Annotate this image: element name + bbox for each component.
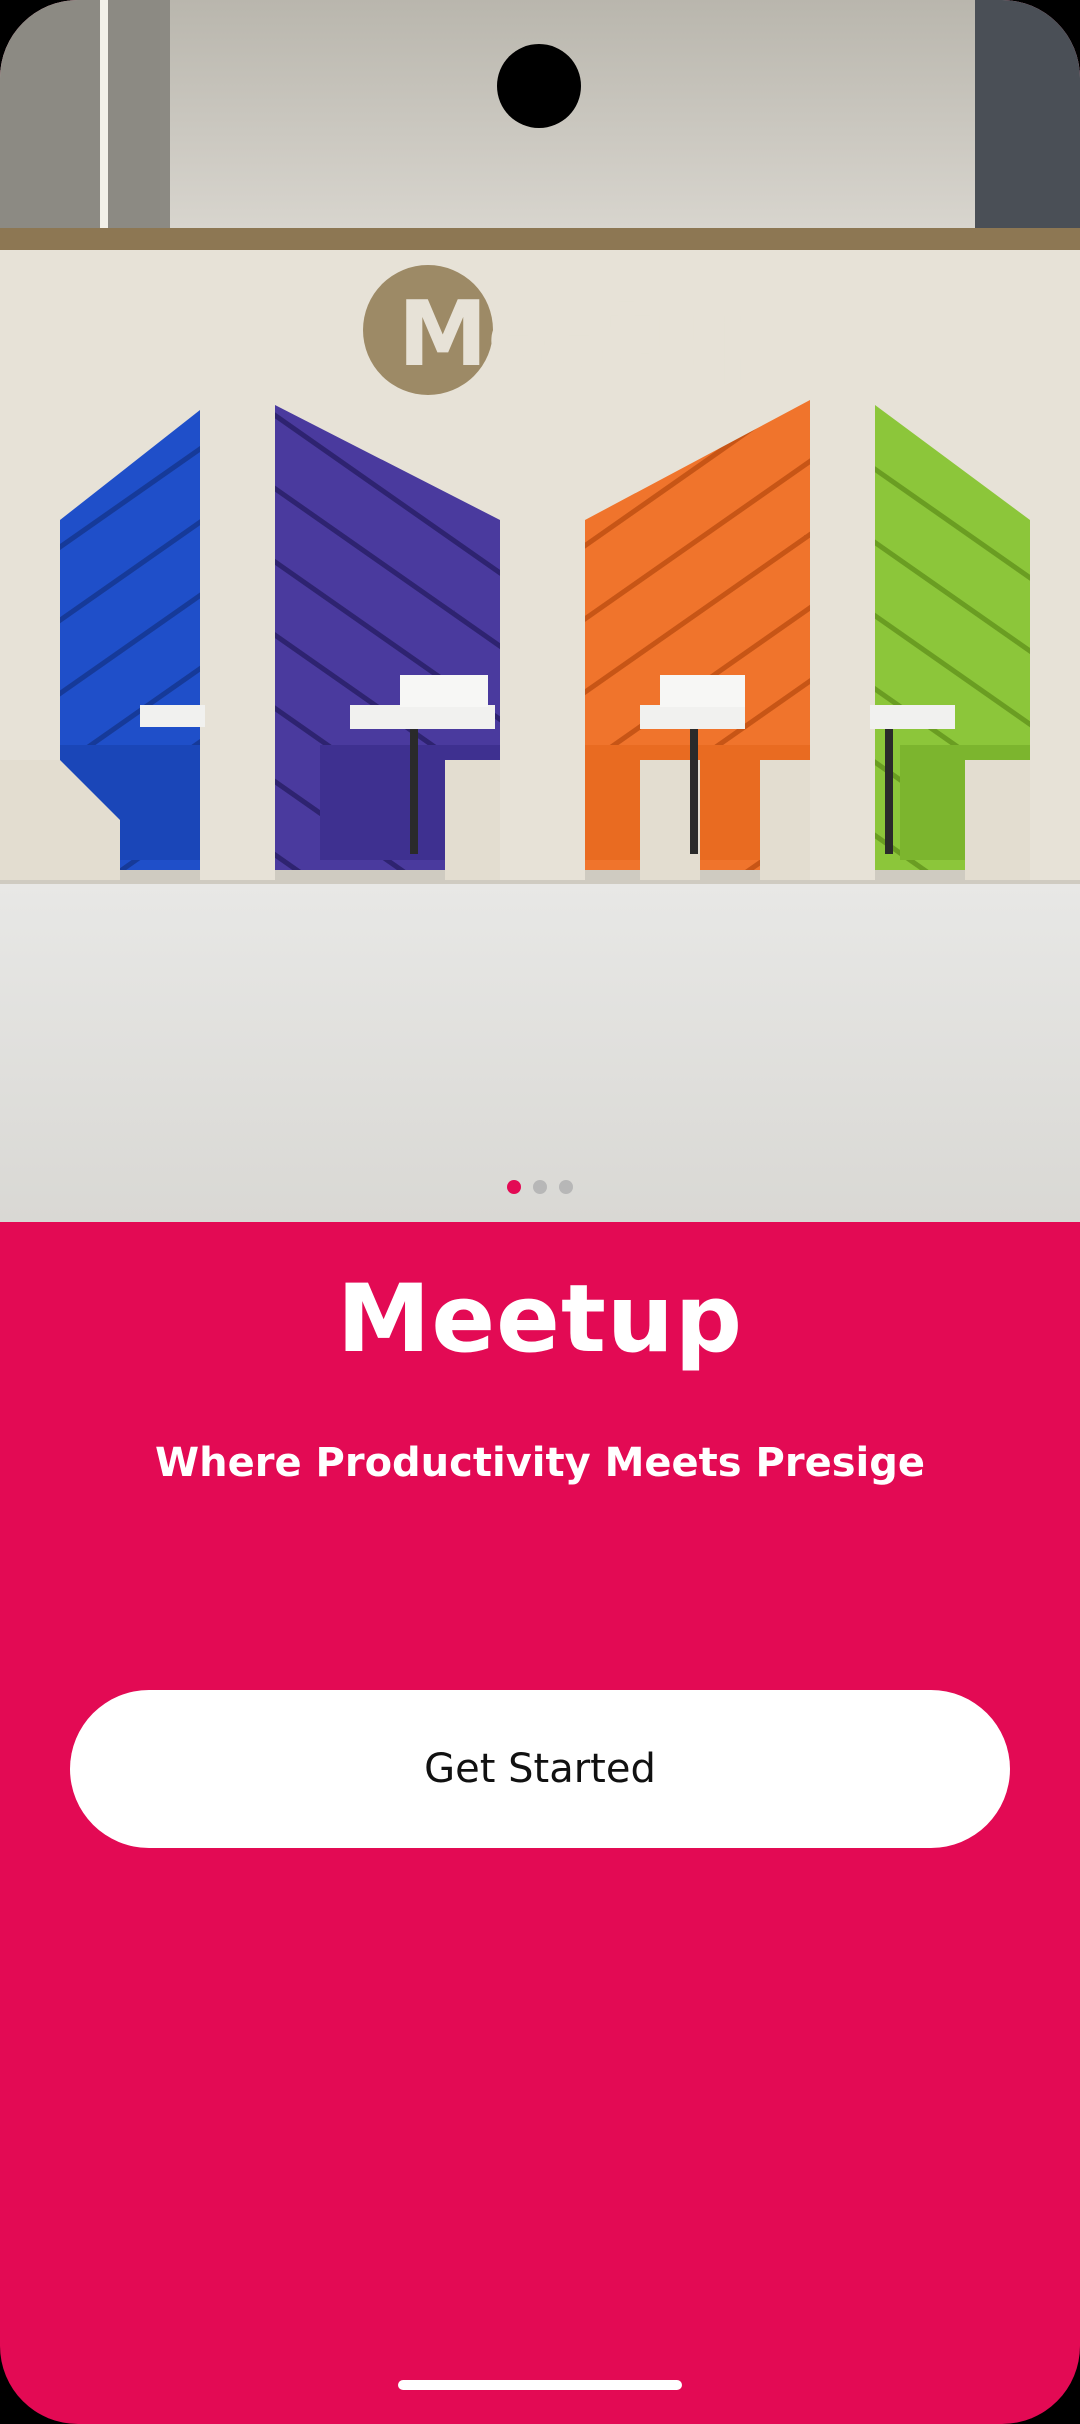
meetup-sign-text: Meetup xyxy=(398,282,781,387)
carousel-dot-3[interactable] xyxy=(559,1180,573,1194)
app-title: Meetup xyxy=(336,1265,744,1374)
get-started-button[interactable]: Get Started xyxy=(70,1690,1010,1848)
front-camera xyxy=(497,44,581,128)
carousel-dot-2[interactable] xyxy=(533,1180,547,1194)
carousel-dot-1[interactable] xyxy=(507,1180,521,1194)
carousel-indicator xyxy=(0,1180,1080,1194)
screen: Meetup Meetup Where Productivity Meets P… xyxy=(0,0,1080,2424)
hero-image: Meetup xyxy=(0,0,1080,1222)
app-tagline: Where Productivity Meets Presige xyxy=(155,1440,925,1486)
office-booths-illustration: Meetup xyxy=(0,0,1080,1222)
home-indicator[interactable] xyxy=(398,2380,682,2390)
